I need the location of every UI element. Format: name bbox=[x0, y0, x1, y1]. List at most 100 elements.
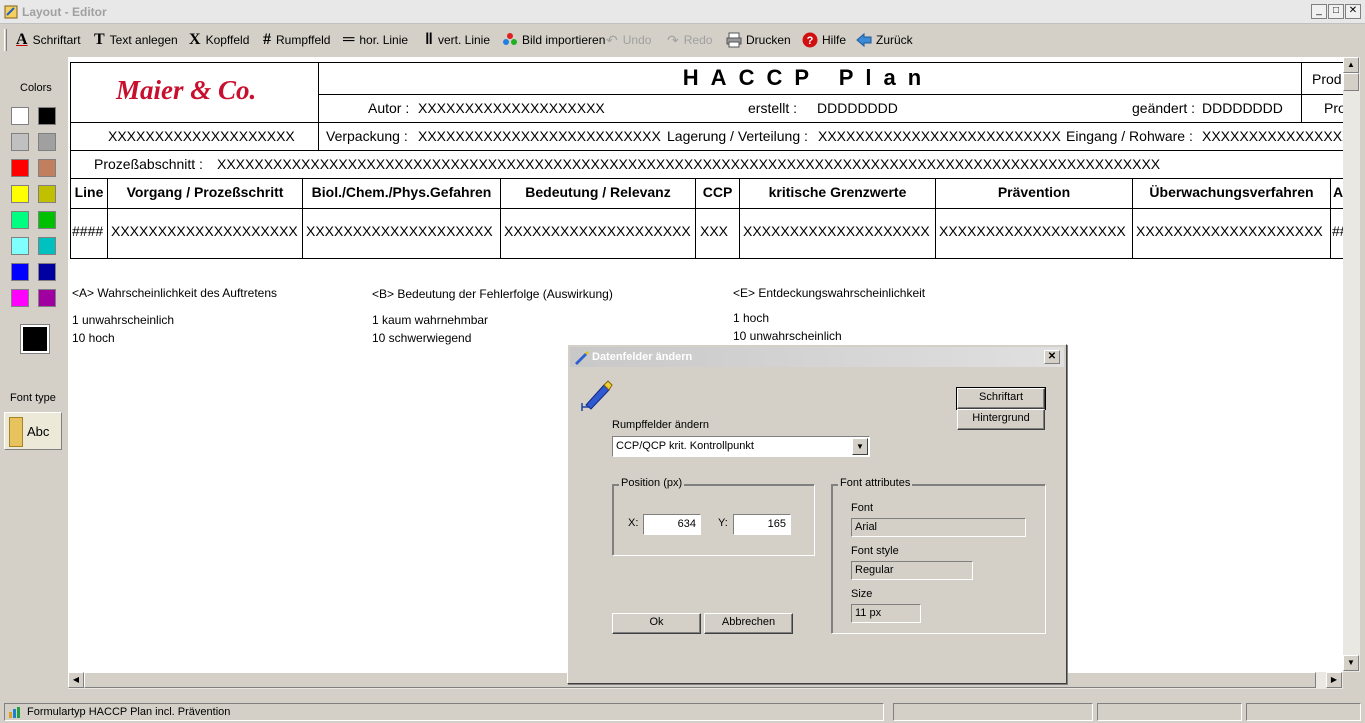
folder-icon bbox=[9, 417, 23, 447]
cell-hazards: XXXXXXXXXXXXXXXXXXXX bbox=[306, 223, 493, 239]
author-value: XXXXXXXXXXXXXXXXXXXX bbox=[418, 100, 605, 116]
intake-value: XXXXXXXXXXXXXXXXX bbox=[1202, 128, 1343, 144]
status-pane-4 bbox=[1246, 703, 1361, 721]
close-button[interactable]: ✕ bbox=[1345, 4, 1361, 19]
legend-a-high: 10 hoch bbox=[72, 331, 115, 345]
dialog-title-bar[interactable]: Datenfelder ändern ✕ bbox=[570, 347, 1064, 367]
cell-relevance: XXXXXXXXXXXXXXXXXXXX bbox=[504, 223, 691, 239]
position-group: Position (px) X: 634 Y: 165 bbox=[612, 477, 815, 556]
legend-e-title: <E> Entdeckungswahrscheinlichkeit bbox=[733, 286, 926, 300]
cancel-button[interactable]: Abbrechen bbox=[704, 613, 793, 634]
color-swatch[interactable] bbox=[11, 107, 29, 125]
color-swatch[interactable] bbox=[11, 133, 29, 151]
color-swatch[interactable] bbox=[11, 237, 29, 255]
font-settings-button[interactable]: Schriftart bbox=[956, 387, 1046, 410]
minimize-button[interactable]: _ bbox=[1311, 4, 1327, 19]
color-swatch[interactable] bbox=[11, 263, 29, 281]
vertical-scroll-thumb[interactable] bbox=[1343, 73, 1359, 91]
font-style-label: Font style bbox=[851, 545, 899, 557]
col-relevance: Bedeutung / Relevanz bbox=[525, 184, 671, 200]
font-label: Font bbox=[851, 502, 874, 514]
redo-button[interactable]: ↷ Redo bbox=[667, 31, 712, 49]
vertical-scrollbar[interactable]: ▲ ▼ bbox=[1343, 57, 1360, 672]
dialog-close-button[interactable]: ✕ bbox=[1044, 350, 1060, 364]
toolbar-grip[interactable] bbox=[4, 29, 7, 51]
font-button[interactable]: A Schriftart bbox=[16, 31, 81, 49]
color-swatch[interactable] bbox=[38, 185, 56, 203]
cell-prevention: XXXXXXXXXXXXXXXXXXXX bbox=[939, 223, 1126, 239]
legend-b-title: <B> Bedeutung der Fehlerfolge (Auswirkun… bbox=[372, 287, 613, 301]
scroll-up-icon[interactable]: ▲ bbox=[1343, 57, 1359, 73]
edit-datafields-dialog: Datenfelder ändern ✕ Schriftart Hintergr… bbox=[567, 344, 1067, 684]
col-hazards: Biol./Chem./Phys.Gefahren bbox=[311, 184, 492, 200]
legend-a-title: <A> Wahrscheinlichkeit des Auftretens bbox=[72, 286, 277, 300]
undo-icon: ↶ bbox=[606, 31, 618, 48]
changed-label: geändert : bbox=[1132, 100, 1196, 116]
back-arrow-icon bbox=[856, 32, 872, 48]
back-button[interactable]: Zurück bbox=[856, 31, 913, 49]
y-label: Y: bbox=[718, 517, 728, 529]
vertical-line-button[interactable]: ‖ vert. Linie bbox=[425, 31, 490, 49]
col-monitoring: Überwachungsverfahren bbox=[1149, 184, 1314, 200]
add-text-button[interactable]: T Text anlegen bbox=[94, 31, 178, 49]
storage-label: Lagerung / Verteilung : bbox=[667, 128, 808, 144]
vline-icon: ‖ bbox=[425, 31, 433, 48]
color-swatch[interactable] bbox=[38, 211, 56, 229]
import-image-button[interactable]: Bild importieren bbox=[502, 31, 605, 49]
maximize-button[interactable]: □ bbox=[1328, 4, 1344, 19]
cell-ccp: XXX bbox=[700, 223, 729, 239]
row2-first-value: XXXXXXXXXXXXXXXXXXXX bbox=[108, 128, 295, 144]
status-pane-3 bbox=[1097, 703, 1242, 721]
print-button[interactable]: Drucken bbox=[726, 31, 791, 49]
ok-button[interactable]: Ok bbox=[612, 613, 701, 634]
font-type-button[interactable]: Abc bbox=[4, 412, 62, 450]
company-logo: Maier & Co. bbox=[116, 75, 257, 105]
font-attributes-group: Font attributes Font Arial Font style Re… bbox=[831, 477, 1046, 634]
color-swatch[interactable] bbox=[11, 159, 29, 177]
color-swatch[interactable] bbox=[11, 185, 29, 203]
font-style-field: Regular bbox=[851, 561, 973, 580]
chevron-down-icon[interactable]: ▼ bbox=[852, 438, 868, 455]
undo-button[interactable]: ↶ Undo bbox=[606, 31, 651, 49]
scroll-right-icon[interactable]: ▶ bbox=[1326, 672, 1342, 688]
redo-icon: ↷ bbox=[667, 31, 679, 48]
x-position-input[interactable]: 634 bbox=[643, 514, 701, 535]
status-chart-icon bbox=[9, 707, 20, 718]
color-swatch[interactable] bbox=[38, 237, 56, 255]
help-button[interactable]: ? Hilfe bbox=[802, 31, 846, 49]
color-swatch[interactable] bbox=[38, 263, 56, 281]
scroll-down-icon[interactable]: ▼ bbox=[1343, 655, 1359, 671]
legend-b-low: 1 kaum wahrnehmbar bbox=[372, 313, 489, 327]
color-swatch[interactable] bbox=[11, 211, 29, 229]
font-attributes-label: Font attributes bbox=[838, 477, 913, 489]
process-value: XXXXXXXXXXXXXXXXXXXXXXXXXXXXXXXXXXXXXXXX… bbox=[217, 156, 1161, 172]
svg-text:?: ? bbox=[807, 35, 814, 47]
color-swatch[interactable] bbox=[38, 133, 56, 151]
col-a: A bbox=[1333, 184, 1343, 200]
color-swatch[interactable] bbox=[38, 159, 56, 177]
horizontal-line-button[interactable]: ═ hor. Linie bbox=[343, 31, 408, 49]
body-field-button[interactable]: # Rumpffeld bbox=[263, 31, 330, 49]
legend-a-low: 1 unwahrscheinlich bbox=[72, 313, 175, 327]
cell-line: #### bbox=[72, 223, 104, 239]
color-swatch[interactable] bbox=[38, 107, 56, 125]
body-field-select[interactable]: CCP/QCP krit. Kontrollpunkt ▼ bbox=[612, 436, 870, 457]
created-value: DDDDDDDD bbox=[817, 100, 898, 116]
pen-icon bbox=[575, 351, 589, 365]
packaging-label: Verpackung : bbox=[326, 128, 408, 144]
process-label: Prozeßabschnitt : bbox=[94, 156, 203, 172]
color-swatch[interactable] bbox=[11, 289, 29, 307]
legend-e-low: 1 hoch bbox=[733, 311, 770, 325]
font-a-icon: A bbox=[16, 31, 28, 48]
header-field-button[interactable]: X Kopffeld bbox=[189, 31, 249, 49]
font-value-field: Arial bbox=[851, 518, 1026, 537]
cell-monitoring: XXXXXXXXXXXXXXXXXXXX bbox=[1136, 223, 1323, 239]
cell-process-step: XXXXXXXXXXXXXXXXXXXX bbox=[111, 223, 298, 239]
y-position-input[interactable]: 165 bbox=[733, 514, 791, 535]
color-swatch[interactable] bbox=[38, 289, 56, 307]
window-title: Layout - Editor bbox=[22, 5, 107, 19]
scroll-left-icon[interactable]: ◀ bbox=[68, 672, 84, 688]
selected-color[interactable] bbox=[20, 324, 50, 354]
background-button[interactable]: Hintergrund bbox=[957, 409, 1045, 430]
status-pane-2 bbox=[893, 703, 1093, 721]
